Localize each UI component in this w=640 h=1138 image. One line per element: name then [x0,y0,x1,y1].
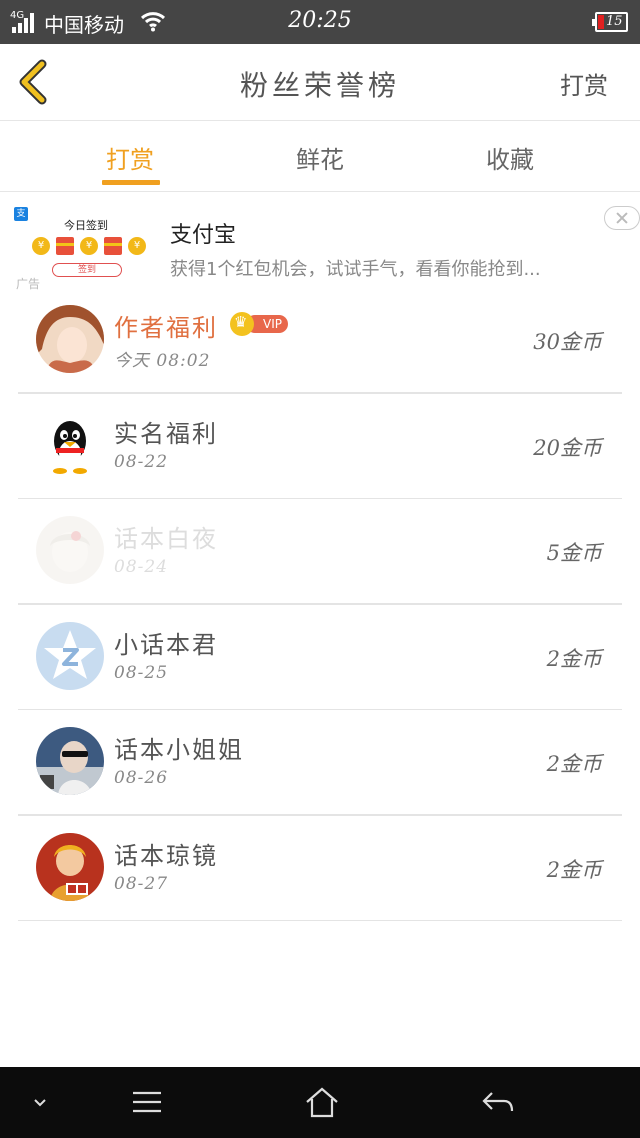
vip-badge: VIP [230,312,288,336]
avatar [36,410,104,479]
ad-description: 获得1个红包机会，试试手气，看看你能抢到... [170,259,541,280]
reward-date: 08-25 [114,662,169,683]
avatar [36,727,104,795]
tab-active-indicator [102,180,160,185]
ad-checkin-label: 今日签到 [64,219,108,232]
alipay-icon: 支 [14,207,28,221]
reward-amount: 2金币 [546,857,602,882]
ad-banner[interactable]: 支 今日签到 ¥ ¥ ¥ 签到 广告 支付宝 获得1个红包机会，试试手气，看看你… [0,193,640,293]
list-item[interactable]: 话本白夜 08-24 5金币 [0,499,640,605]
avatar [36,305,104,373]
reward-date: 08-24 [114,557,169,577]
coin-row: ¥ ¥ ¥ [32,235,162,257]
status-time: 20:25 [288,8,352,33]
reward-amount: 20金币 [533,435,602,460]
fan-name: 作者福利 [114,314,218,342]
fan-name: 小话本君 [114,630,218,659]
avatar [36,832,104,901]
reward-date: 08-26 [114,768,169,788]
reward-amount: 2金币 [546,646,602,671]
back-arrow-icon[interactable] [480,1085,516,1121]
list-item[interactable]: 小话本君 08-25 2金币 [0,605,640,711]
close-icon[interactable] [604,206,640,230]
gift-icon [56,237,74,255]
fan-list: 作者福利 VIP 今天 08:02 30金币 实名福利 08-22 20金币 [0,288,640,921]
tab-bar: 打赏 鲜花 收藏 [0,122,640,192]
app-header: 粉丝荣誉榜 打赏 [0,44,640,121]
list-item[interactable]: 话本琼镜 08-27 2金币 [0,816,640,922]
avatar [36,516,104,584]
crown-icon [230,312,254,336]
tab-flowers[interactable]: 鲜花 [260,140,380,175]
reward-amount: 30金币 [533,330,602,354]
battery-icon: 15 [592,12,628,32]
status-bar: 4G 中国移动 20:25 15 [0,0,640,44]
ad-signin-button: 签到 [52,263,122,277]
battery-level: 15 [606,14,623,29]
chevron-down-icon[interactable] [28,1085,52,1121]
tab-favorites[interactable]: 收藏 [450,140,570,175]
list-item[interactable]: 实名福利 08-22 20金币 [0,394,640,500]
list-item[interactable]: 作者福利 VIP 今天 08:02 30金币 [0,288,640,394]
fan-name: 实名福利 [114,419,218,448]
reward-date: 08-22 [114,451,169,472]
avatar [36,621,104,690]
reward-amount: 2金币 [546,752,602,776]
system-navbar [0,1067,640,1138]
coin-icon: ¥ [128,237,146,255]
list-item[interactable]: 话本小姐姐 08-26 2金币 [0,710,640,816]
gift-icon [104,237,122,255]
menu-icon[interactable] [130,1085,164,1121]
fan-name: 话本白夜 [114,525,218,553]
reward-date: 今天 08:02 [114,351,211,371]
reward-button[interactable]: 打赏 [560,66,608,101]
reward-amount: 5金币 [546,541,602,565]
coin-icon: ¥ [80,237,98,255]
fan-name: 话本琼镜 [114,841,218,870]
fan-name: 话本小姐姐 [114,736,244,764]
coin-icon: ¥ [32,237,50,255]
ad-title: 支付宝 [170,223,237,248]
home-icon[interactable] [304,1085,340,1121]
reward-date: 08-27 [114,873,169,894]
tab-reward[interactable]: 打赏 [70,140,190,175]
page-title: 粉丝荣誉榜 [239,69,400,102]
